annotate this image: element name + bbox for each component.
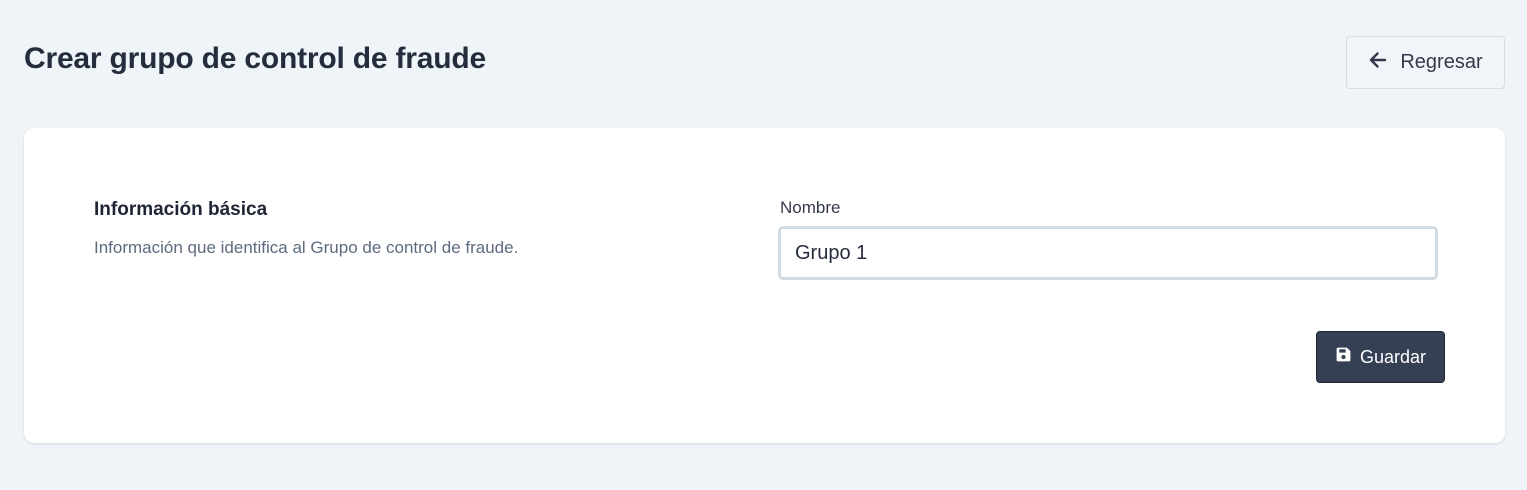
- page: Crear grupo de control de fraude Regresa…: [0, 0, 1527, 490]
- arrow-left-icon: [1368, 50, 1388, 76]
- section-description: Información que identifica al Grupo de c…: [94, 238, 519, 257]
- save-button-label: Guardar: [1359, 346, 1427, 367]
- save-button[interactable]: Guardar: [1316, 331, 1445, 383]
- back-button-label: Regresar: [1400, 51, 1483, 73]
- section-title: Información básica: [94, 199, 268, 220]
- floppy-disk-icon: [1335, 346, 1352, 368]
- page-title: Crear grupo de control de fraude: [24, 42, 486, 75]
- name-field-label: Nombre: [780, 198, 841, 217]
- back-button[interactable]: Regresar: [1346, 36, 1505, 89]
- form-card: Información básica Información que ident…: [24, 128, 1505, 443]
- name-input[interactable]: [778, 226, 1438, 280]
